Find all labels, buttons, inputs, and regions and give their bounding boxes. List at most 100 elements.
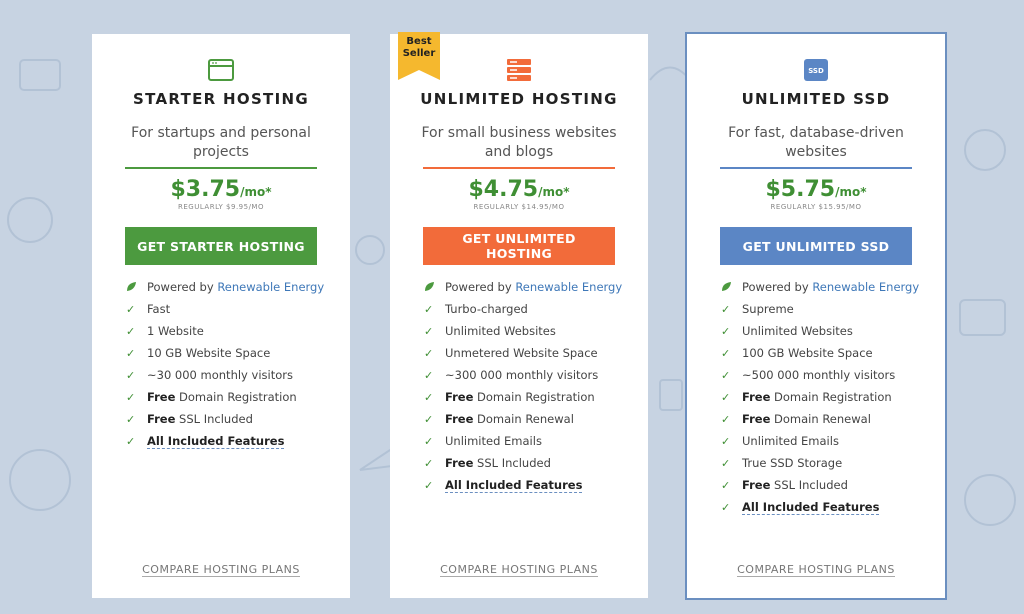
list-item: ✓ 10 GB Website Space [126,346,330,361]
list-item: ✓ Unmetered Website Space [424,346,628,361]
list-item: ✓ Supreme [721,302,925,317]
list-item: ✓ All Included Features [721,500,925,515]
list-item: ✓ Unlimited Websites [721,324,925,339]
feature-text: Unmetered Website Space [445,346,598,360]
list-item: Powered by Renewable Energy [126,280,330,295]
get-starter-hosting-button[interactable]: GET STARTER HOSTING [125,227,317,265]
price-unit: /mo* [538,185,570,199]
renewable-energy-link[interactable]: Renewable Energy [812,280,919,294]
feature-text: Domain Registration [175,390,297,404]
list-item: ✓ All Included Features [424,478,628,493]
feature-text: ~500 000 monthly visitors [742,368,896,382]
list-item: ✓ Unlimited Emails [424,434,628,449]
plan-title: UNLIMITED HOSTING [420,90,618,108]
feature-text: Domain Renewal [473,412,574,426]
plan-card-unlimited: Best Seller UNLIMITED HOSTING For small … [390,32,648,598]
feature-list: Powered by Renewable Energy ✓ Fast ✓ 1 Web… [126,280,330,456]
feature-text: SSL Included [473,456,551,470]
feature-text: Powered by [147,280,218,294]
price-amount: $3.75 [170,177,241,202]
price-unit: /mo* [240,185,272,199]
feature-text: ~30 000 monthly visitors [147,368,293,382]
check-icon: ✓ [424,435,434,448]
compare-hosting-plans-link[interactable]: COMPARE HOSTING PLANS [142,563,300,577]
check-icon: ✓ [721,391,731,404]
feature-text: 10 GB Website Space [147,346,271,360]
ssd-chip-icon: SSD [804,59,828,81]
feature-text: SSL Included [770,478,848,492]
check-icon: ✓ [126,325,136,338]
feature-text: Unlimited Emails [445,434,542,448]
check-icon: ✓ [424,479,434,492]
compare-plans: COMPARE HOSTING PLANS [390,563,648,577]
list-item: ✓ Fast [126,302,330,317]
renewable-energy-link[interactable]: Renewable Energy [217,280,324,294]
check-icon: ✓ [126,303,136,316]
compare-hosting-plans-link[interactable]: COMPARE HOSTING PLANS [440,563,598,577]
regular-price: REGULARLY $9.95/MO [178,203,264,211]
get-unlimited-ssd-button[interactable]: GET UNLIMITED SSD [720,227,912,265]
list-item: ✓ Free Domain Renewal [424,412,628,427]
feature-text: 100 GB Website Space [742,346,873,360]
leaf-icon [722,282,731,291]
check-icon: ✓ [424,347,434,360]
check-icon: ✓ [721,325,731,338]
list-item: ✓ True SSD Storage [721,456,925,471]
plan-card-starter: STARTER HOSTING For startups and persona… [92,34,350,598]
ssd-label: SSD [808,67,824,75]
list-item: ✓ ~500 000 monthly visitors [721,368,925,383]
feature-text: Powered by [445,280,516,294]
check-icon: ✓ [721,435,731,448]
check-icon: ✓ [126,369,136,382]
feature-bold: Free [147,390,176,404]
check-icon: ✓ [424,303,434,316]
list-item: ✓ Free Domain Registration [721,390,925,405]
feature-text: True SSD Storage [742,456,843,470]
check-icon: ✓ [721,413,731,426]
best-seller-badge: Best Seller [402,36,436,59]
all-included-features-link[interactable]: All Included Features [445,478,583,493]
check-icon: ✓ [721,457,731,470]
plan-description: For fast, database-driven websites [728,125,904,160]
feature-bold: Free [445,412,474,426]
list-item: ✓ Free SSL Included [721,478,925,493]
divider [720,167,912,169]
list-item: Powered by Renewable Energy [721,280,925,295]
check-icon: ✓ [424,325,434,338]
feature-text: 1 Website [147,324,204,338]
all-included-features-link[interactable]: All Included Features [147,434,285,449]
price-amount: $5.75 [765,177,836,202]
price: $3.75/mo* [92,177,350,202]
feature-text: ~300 000 monthly visitors [445,368,599,382]
feature-text: Unlimited Emails [742,434,839,448]
server-stack-icon [507,59,531,81]
feature-bold: Free [445,390,474,404]
list-item: ✓ Free Domain Registration [126,390,330,405]
feature-text: Powered by [742,280,813,294]
check-icon: ✓ [721,501,731,514]
price-unit: /mo* [835,185,867,199]
feature-bold: Free [742,390,771,404]
regular-price: REGULARLY $14.95/MO [473,203,565,211]
plan-card-ssd: SSD UNLIMITED SSD For fast, database-dri… [685,32,947,600]
check-icon: ✓ [126,413,136,426]
list-item: ✓ ~300 000 monthly visitors [424,368,628,383]
leaf-icon [425,282,434,291]
check-icon: ✓ [721,303,731,316]
check-icon: ✓ [424,457,434,470]
compare-hosting-plans-link[interactable]: COMPARE HOSTING PLANS [737,563,895,577]
feature-bold: Free [445,456,474,470]
get-unlimited-hosting-button[interactable]: GET UNLIMITED HOSTING [423,227,615,265]
renewable-energy-link[interactable]: Renewable Energy [515,280,622,294]
check-icon: ✓ [721,347,731,360]
feature-text: Unlimited Websites [742,324,853,338]
list-item: ✓ 1 Website [126,324,330,339]
feature-list: Powered by Renewable Energy ✓ Turbo-charg… [424,280,628,500]
plan-description: For startups and personal projects [131,125,311,160]
all-included-features-link[interactable]: All Included Features [742,500,880,515]
feature-text: Domain Registration [770,390,892,404]
feature-text: SSL Included [175,412,253,426]
list-item: ✓ Free SSL Included [424,456,628,471]
list-item: ✓ All Included Features [126,434,330,449]
browser-window-icon [208,59,234,81]
